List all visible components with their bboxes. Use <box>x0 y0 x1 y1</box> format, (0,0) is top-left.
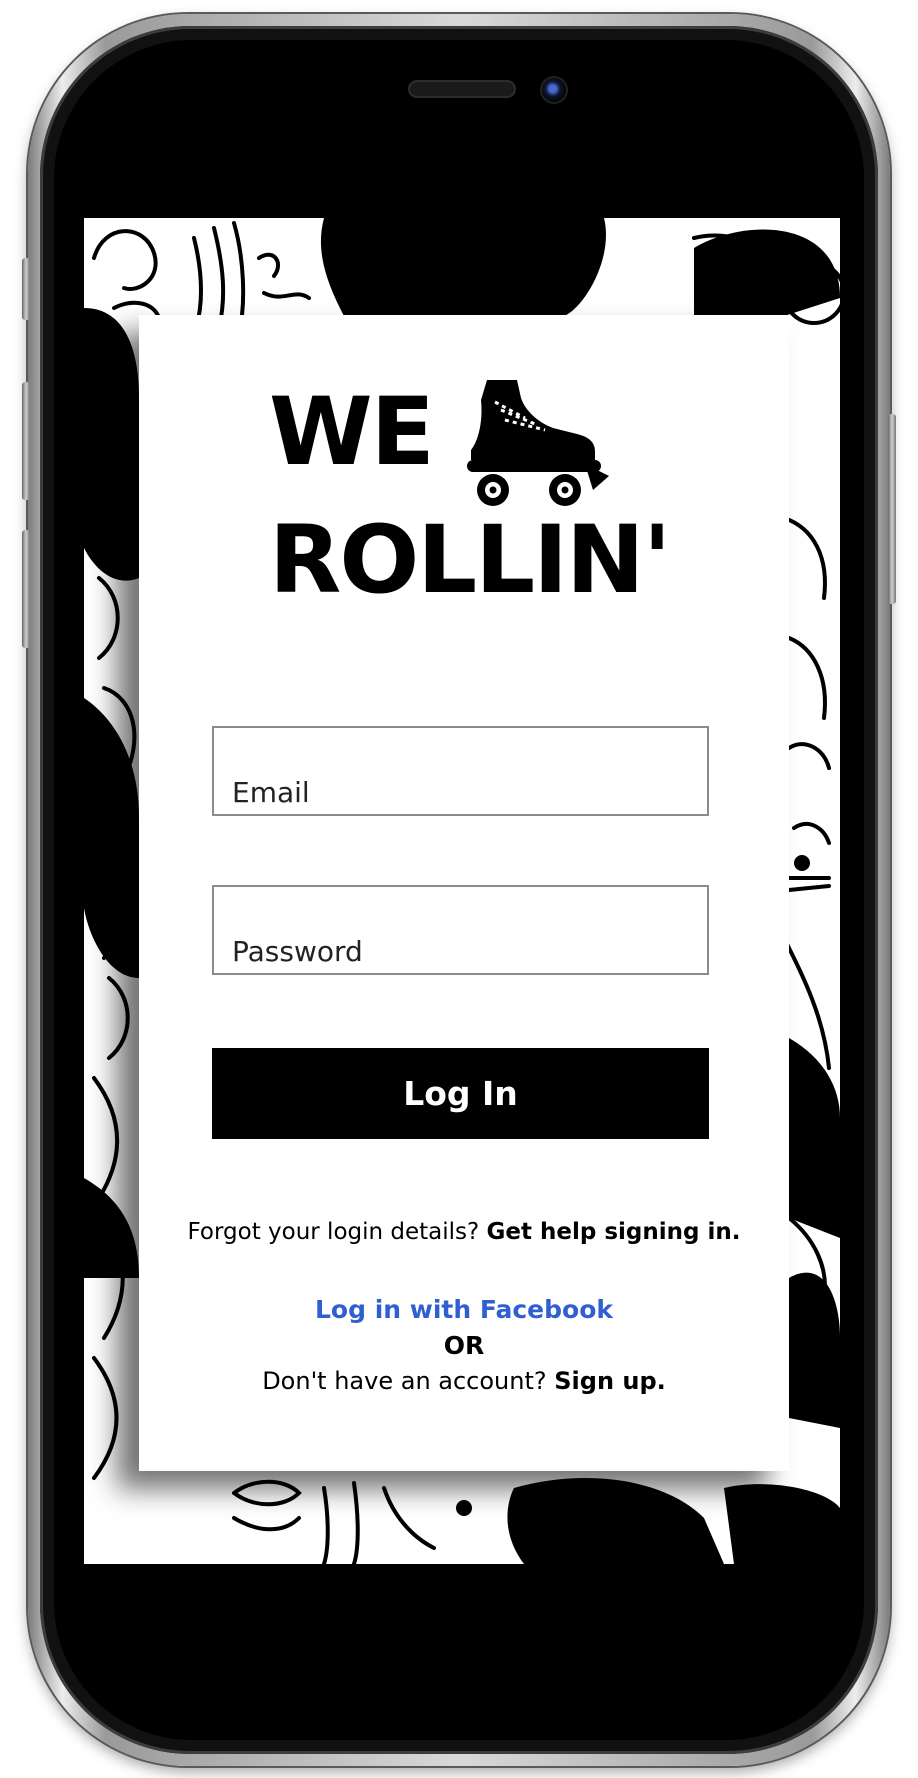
brand-title-line-2: ROLLIN' <box>269 506 672 615</box>
volume-up-button <box>22 382 30 500</box>
signup-row: Don't have an account? Sign up. <box>139 1367 789 1395</box>
speaker-grille <box>408 80 516 98</box>
login-button[interactable]: Log In <box>212 1048 709 1139</box>
or-divider: OR <box>443 1331 485 1360</box>
brand-title-line-1: WE <box>269 378 435 487</box>
forgot-login-row: Forgot your login details? Get help sign… <box>139 1219 789 1245</box>
forgot-login-text: Forgot your login details? <box>187 1219 487 1245</box>
brand-logo: WE ROLLIN' <box>269 378 672 620</box>
email-input[interactable] <box>214 728 707 814</box>
password-input[interactable] <box>214 887 707 973</box>
roller-skate-icon <box>467 380 609 506</box>
password-field[interactable] <box>212 885 709 975</box>
volume-down-button <box>22 530 30 648</box>
get-help-link[interactable]: Get help signing in. <box>487 1219 741 1245</box>
signup-link[interactable]: Sign up. <box>554 1367 666 1395</box>
power-button <box>888 414 896 604</box>
facebook-login-link[interactable]: Log in with Facebook <box>139 1295 789 1324</box>
email-field[interactable] <box>212 726 709 816</box>
front-camera <box>542 78 566 102</box>
signup-prompt-text: Don't have an account? <box>262 1367 555 1395</box>
mute-switch <box>22 258 30 320</box>
login-card: WE ROLLIN' Log In Forgot your lo <box>139 315 789 1471</box>
app-screen: WE ROLLIN' Log In Forgot your lo <box>84 218 840 1564</box>
